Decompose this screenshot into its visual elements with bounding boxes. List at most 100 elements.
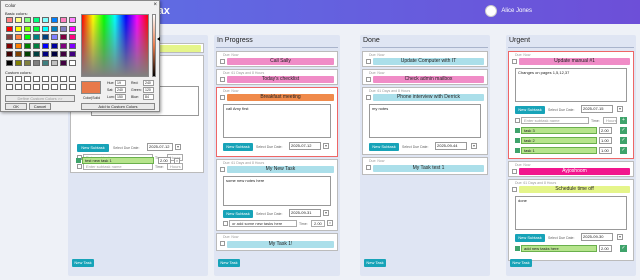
blue-input[interactable]: 84 bbox=[143, 94, 154, 100]
sat-input[interactable]: 240 bbox=[115, 87, 126, 93]
new-subtask-button[interactable]: New Subtask bbox=[77, 144, 109, 152]
task-title[interactable]: My New Task bbox=[227, 166, 334, 173]
task-checkbox[interactable] bbox=[220, 167, 225, 172]
task-checkbox[interactable] bbox=[512, 59, 517, 64]
green-input[interactable]: 120 bbox=[143, 87, 154, 93]
task-title[interactable]: My Task 1! bbox=[227, 241, 334, 248]
new-task-button[interactable]: New Task bbox=[510, 259, 532, 267]
check-icon[interactable]: ✓ bbox=[620, 127, 627, 134]
task-title[interactable]: Phone interview with Derrick bbox=[373, 94, 484, 101]
custom-color-slot[interactable] bbox=[60, 76, 67, 82]
task-card[interactable]: Due: 61 Days and 8 Hours Schedule time o… bbox=[508, 179, 634, 261]
subtask-name-input[interactable]: Enter subtask name bbox=[83, 163, 153, 170]
color-swatch[interactable] bbox=[42, 42, 49, 49]
task-title[interactable]: Check admin mailbox bbox=[373, 76, 484, 83]
cancel-button[interactable]: Cancel bbox=[29, 103, 51, 110]
subtask-hours[interactable]: 1.00 bbox=[599, 137, 612, 144]
new-subtask-button[interactable]: New Subtask bbox=[369, 143, 399, 151]
color-swatch[interactable] bbox=[33, 25, 40, 32]
task-card[interactable]: Due: Now Call Sally bbox=[216, 51, 338, 67]
color-swatch[interactable] bbox=[33, 51, 40, 57]
color-swatch[interactable] bbox=[69, 51, 76, 57]
task-card[interactable]: Due: Now Update Computer with IT bbox=[362, 51, 488, 67]
color-swatch[interactable] bbox=[24, 25, 31, 32]
task-card[interactable]: Due: Now Ayjoshoom bbox=[508, 161, 634, 177]
custom-color-slot[interactable] bbox=[15, 76, 22, 82]
subtask-name-input[interactable]: Enter subtask name bbox=[521, 117, 589, 124]
color-swatch[interactable] bbox=[24, 17, 31, 23]
color-swatch[interactable] bbox=[60, 34, 67, 40]
new-task-button[interactable]: New Task bbox=[218, 259, 240, 267]
due-date-input[interactable]: 2025-09-31 bbox=[289, 209, 321, 217]
due-date-input[interactable]: 2025-07-12 bbox=[147, 143, 173, 151]
task-title[interactable]: My Task test 1 bbox=[373, 165, 484, 172]
subtask-checkbox[interactable] bbox=[515, 118, 520, 123]
color-swatch[interactable] bbox=[60, 25, 67, 32]
check-icon[interactable]: ✓ bbox=[620, 245, 627, 252]
color-swatch[interactable] bbox=[69, 25, 76, 32]
check-icon[interactable]: ✓ bbox=[620, 147, 627, 154]
hue-input[interactable]: 19 bbox=[115, 80, 126, 86]
subtask-checkbox[interactable] bbox=[223, 221, 228, 226]
new-subtask-button[interactable]: New Subtask bbox=[515, 106, 545, 114]
color-swatch[interactable] bbox=[15, 51, 22, 57]
custom-color-slot[interactable] bbox=[24, 76, 31, 82]
subtask-hours[interactable]: 2.00 bbox=[599, 245, 612, 252]
color-swatch[interactable] bbox=[24, 34, 31, 40]
color-swatch[interactable] bbox=[33, 34, 40, 40]
color-swatch[interactable] bbox=[15, 25, 22, 32]
new-task-button[interactable]: New Task bbox=[72, 259, 94, 267]
color-swatch[interactable] bbox=[24, 59, 31, 66]
subtask-row[interactable]: add new tasks here bbox=[521, 245, 597, 252]
task-notes[interactable]: some new notes here bbox=[223, 176, 331, 206]
hours-input[interactable]: 2.00 bbox=[311, 220, 325, 227]
calendar-icon[interactable]: ▾ bbox=[323, 210, 329, 216]
new-subtask-button[interactable]: New Subtask bbox=[223, 143, 253, 151]
subtask-row[interactable]: test new task 1 bbox=[82, 157, 154, 164]
custom-color-slot[interactable] bbox=[15, 84, 22, 90]
color-swatch[interactable] bbox=[51, 25, 58, 32]
color-swatch[interactable] bbox=[42, 17, 49, 23]
color-swatch[interactable] bbox=[33, 42, 40, 49]
task-title[interactable]: Update Computer with IT bbox=[373, 58, 484, 65]
subtask-checkbox[interactable] bbox=[515, 246, 520, 251]
subtask-row[interactable]: task 1 bbox=[521, 147, 597, 154]
calendar-icon[interactable]: ▾ bbox=[471, 143, 477, 149]
new-task-button[interactable]: New Task bbox=[364, 259, 386, 267]
hours-input[interactable]: Hours bbox=[167, 163, 183, 170]
color-spectrum[interactable] bbox=[81, 14, 149, 77]
user-name[interactable]: Alice Jones bbox=[501, 8, 532, 14]
user-menu[interactable]: Alice Jones bbox=[485, 5, 532, 17]
task-title[interactable]: Ayjoshoom bbox=[519, 168, 630, 175]
task-checkbox[interactable] bbox=[512, 187, 517, 192]
luminance-pointer-icon[interactable] bbox=[157, 37, 160, 41]
color-swatch[interactable] bbox=[60, 59, 67, 66]
task-checkbox[interactable] bbox=[366, 77, 371, 82]
color-swatch[interactable] bbox=[6, 34, 13, 40]
define-custom-colors-button[interactable]: Define Custom Colors >> bbox=[5, 95, 75, 102]
close-icon[interactable]: × bbox=[153, 2, 157, 8]
check-icon[interactable]: ✓ bbox=[620, 137, 627, 144]
task-title[interactable]: Update manual #1 bbox=[519, 58, 630, 65]
subtask-checkbox[interactable] bbox=[515, 138, 520, 143]
task-checkbox[interactable] bbox=[366, 95, 371, 100]
add-subtask-icon[interactable]: + bbox=[620, 117, 627, 124]
color-swatch[interactable] bbox=[42, 59, 49, 66]
calendar-icon[interactable]: ▾ bbox=[617, 106, 623, 112]
due-date-input[interactable]: 2025-07-12 bbox=[289, 142, 321, 150]
color-swatch[interactable] bbox=[69, 42, 76, 49]
subtask-checkbox[interactable] bbox=[515, 148, 520, 153]
color-swatch[interactable] bbox=[60, 17, 67, 23]
task-checkbox[interactable] bbox=[512, 169, 517, 174]
color-swatch[interactable] bbox=[15, 59, 22, 66]
task-card[interactable]: Due: 61 Days and 8 Hours My New Task som… bbox=[216, 159, 338, 231]
color-swatch[interactable] bbox=[51, 42, 58, 49]
task-notes[interactable]: Changes on pages 1,5,12,37 bbox=[515, 68, 627, 102]
subtask-checkbox[interactable] bbox=[515, 128, 520, 133]
custom-color-slot[interactable] bbox=[60, 84, 67, 90]
task-title[interactable]: Today's checklist bbox=[227, 76, 334, 83]
new-subtask-button[interactable]: New Subtask bbox=[515, 234, 545, 242]
color-swatch[interactable] bbox=[6, 42, 13, 49]
color-swatch[interactable] bbox=[42, 34, 49, 40]
color-swatch[interactable] bbox=[69, 17, 76, 23]
